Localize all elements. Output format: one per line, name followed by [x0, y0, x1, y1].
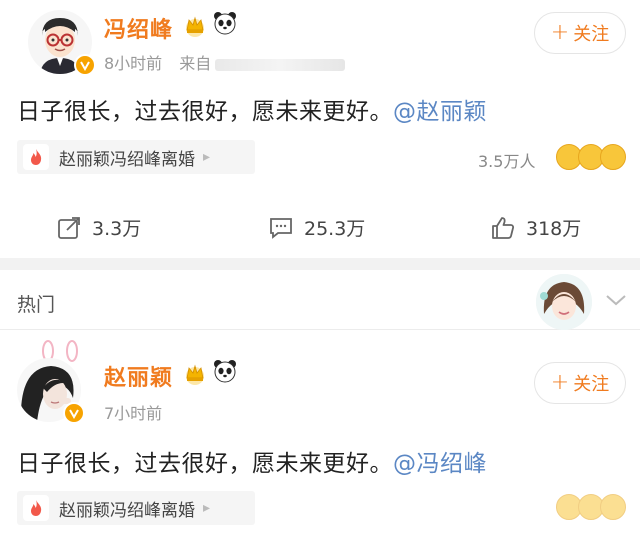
- like-count: 318万: [526, 218, 582, 240]
- hot-avatar[interactable]: [536, 274, 592, 330]
- username[interactable]: 赵丽颖: [104, 360, 173, 392]
- repost-count: 3.3万: [92, 218, 142, 240]
- follow-label: 关注: [573, 374, 610, 395]
- hot-section-header: 热门: [0, 270, 640, 330]
- verified-icon: [63, 402, 85, 424]
- chevron-down-icon[interactable]: [604, 292, 628, 308]
- repost-icon: [58, 216, 80, 239]
- like-icon: [492, 216, 515, 239]
- plus-icon: +: [550, 20, 570, 45]
- emoji-reactions: [556, 494, 630, 522]
- post-content: 日子很长，过去很好，愿未来更好。@赵丽颖: [17, 92, 487, 126]
- crown-icon: [186, 16, 204, 37]
- heat-count: 3.5万人: [478, 152, 536, 171]
- chevron-right-icon: ▸: [203, 500, 211, 516]
- post-text: 日子很长，过去很好，愿未来更好。: [17, 99, 393, 125]
- post-fengshaofeng: 冯绍峰 8小时前 来自 + 关注 日子很长，过去很好，愿未来更好。@赵丽颖 赵丽…: [0, 0, 640, 258]
- avatar[interactable]: [28, 10, 96, 76]
- follow-label: 关注: [573, 24, 610, 45]
- crown-icon: [186, 364, 204, 385]
- surprised-emoji-icon: [600, 144, 626, 170]
- panda-icon: [214, 12, 236, 35]
- follow-button[interactable]: + 关注: [534, 362, 626, 404]
- post-source: 来自: [179, 54, 212, 73]
- post-text: 日子很长，过去很好，愿未来更好。: [17, 451, 393, 477]
- post-time: 8小时前: [104, 54, 163, 73]
- like-button[interactable]: 318万: [490, 214, 581, 241]
- topic-text: 赵丽颖冯绍峰离婚: [59, 500, 195, 521]
- woman-avatar-icon: [536, 274, 592, 330]
- surprised-emoji-icon: [600, 494, 626, 520]
- chevron-right-icon: ▸: [203, 149, 211, 165]
- emoji-reactions: [556, 144, 630, 172]
- panda-icon: [214, 360, 236, 383]
- comment-count: 25.3万: [304, 218, 366, 240]
- comment-button[interactable]: 25.3万: [268, 214, 365, 241]
- post-content: 日子很长，过去很好，愿未来更好。@冯绍峰: [17, 444, 487, 478]
- section-divider: [0, 258, 640, 270]
- topic-text: 赵丽颖冯绍峰离婚: [59, 149, 195, 170]
- action-bar: 3.3万 25.3万 318万: [0, 210, 640, 250]
- post-zhaoliying: 赵丽颖 7小时前 + 关注 日子很长，过去很好，愿未来更好。@冯绍峰 赵丽颖冯绍…: [0, 330, 640, 541]
- hot-label: 热门: [17, 294, 56, 316]
- topic-card[interactable]: 赵丽颖冯绍峰离婚 ▸: [17, 491, 255, 525]
- follow-button[interactable]: + 关注: [534, 12, 626, 54]
- plus-icon: +: [550, 370, 570, 395]
- topic-card[interactable]: 赵丽颖冯绍峰离婚 ▸: [17, 140, 255, 174]
- repost-button[interactable]: 3.3万: [56, 214, 141, 241]
- username[interactable]: 冯绍峰: [104, 12, 173, 44]
- fire-icon: [23, 144, 49, 170]
- post-meta: 7小时前: [104, 400, 162, 424]
- mention-link[interactable]: @赵丽颖: [393, 99, 487, 125]
- mention-link[interactable]: @冯绍峰: [393, 451, 487, 477]
- post-time: 7小时前: [104, 404, 163, 423]
- source-redacted: [215, 58, 346, 71]
- avatar[interactable]: [17, 358, 85, 424]
- post-meta: 8小时前 来自: [104, 50, 346, 74]
- comment-icon: [270, 217, 292, 239]
- fire-icon: [23, 495, 49, 521]
- verified-icon: [74, 54, 96, 76]
